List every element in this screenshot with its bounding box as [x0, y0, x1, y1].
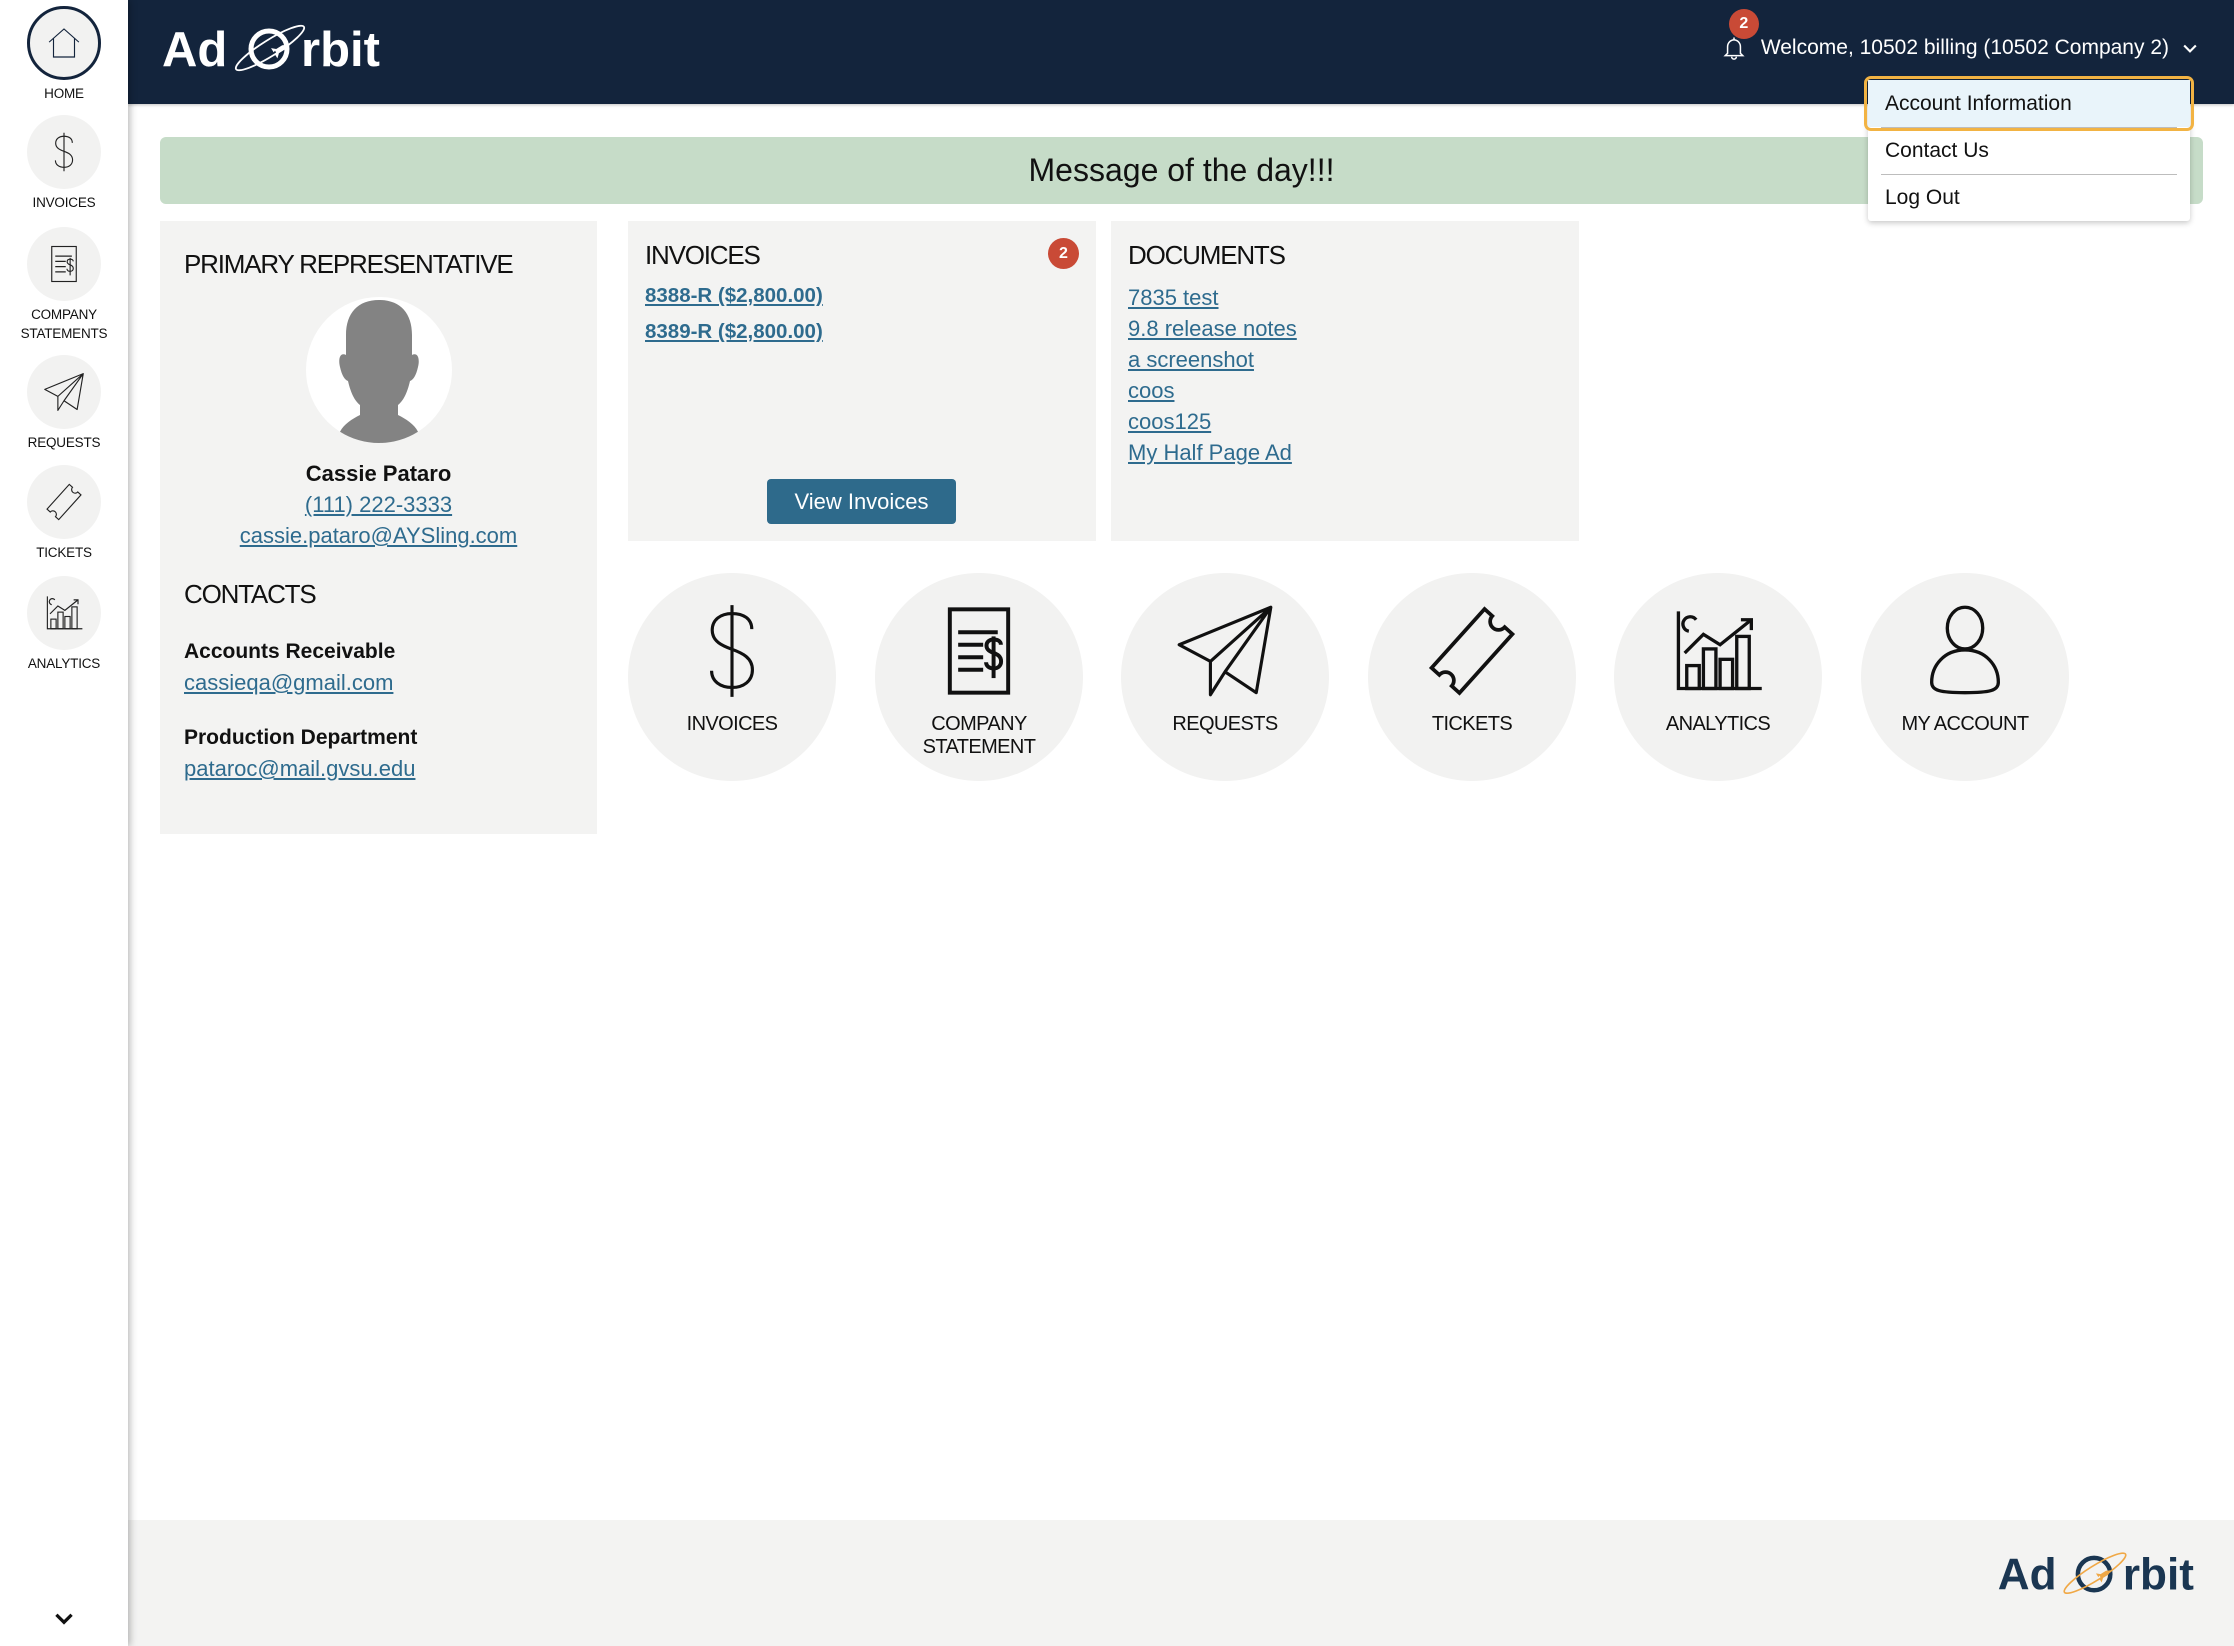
paper-plane-icon — [1175, 601, 1275, 701]
document-link[interactable]: coos125 — [1128, 406, 1211, 437]
sidebar-item-requests[interactable]: REQUESTS — [0, 355, 128, 452]
menu-item-log-out[interactable]: Log Out — [1868, 174, 2190, 221]
document-link[interactable]: a screenshot — [1128, 344, 1254, 375]
footer-adorbit-logo: Ad rbit — [1998, 1550, 2194, 1599]
menu-item-contact-us[interactable]: Contact Us — [1868, 127, 2190, 174]
sidebar-item-invoices[interactable]: INVOICES — [0, 115, 128, 212]
primary-representative-card: PRIMARY REPRESENTATIVE Cassie Pataro (11… — [160, 221, 597, 834]
quick-link-label: COMPANY STATEMENT — [922, 713, 1036, 758]
contact-item: Accounts Receivable cassieqa@gmail.com — [184, 636, 573, 698]
ticket-icon — [1422, 601, 1522, 701]
paper-plane-icon — [43, 371, 85, 413]
quick-link-label: INVOICES — [686, 713, 778, 735]
sidebar-item-company-statements[interactable]: COMPANY STATEMENTS — [0, 227, 128, 343]
invoice-link[interactable]: 8389-R ($2,800.00) — [645, 317, 823, 347]
sidebar-item-tickets[interactable]: TICKETS — [0, 465, 128, 562]
sidebar-item-label: ANALYTICS — [27, 656, 101, 671]
contacts-title: CONTACTS — [184, 579, 317, 609]
notification-count-badge: 2 — [1728, 9, 1759, 39]
contact-department: Production Department — [184, 726, 418, 749]
statement-icon — [929, 601, 1029, 701]
sidebar: HOME INVOICES COMPANY STATEMENTS REQUEST… — [0, 0, 128, 1646]
analytics-icon — [43, 592, 85, 634]
logo-text-right: rbit — [301, 23, 380, 77]
sidebar-icon-circle — [27, 115, 101, 189]
footer: Ad rbit — [128, 1520, 2234, 1646]
logo-text-left: Ad — [1998, 1550, 2057, 1599]
document-link[interactable]: 9.8 release notes — [1128, 313, 1297, 344]
sidebar-icon-circle — [27, 6, 101, 80]
document-link[interactable]: 7835 test — [1128, 282, 1219, 313]
welcome-user-menu-toggle[interactable]: Welcome, 10502 billing (10502 Company 2) — [1761, 34, 2169, 62]
quick-link-label: ANALYTICS — [1665, 713, 1771, 735]
sidebar-item-label: HOME — [44, 86, 84, 101]
quick-link-invoices[interactable]: INVOICES — [628, 573, 836, 781]
invoices-card: INVOICES 2 8388-R ($2,800.00) 8389-R ($2… — [628, 221, 1096, 541]
sidebar-icon-circle — [27, 227, 101, 301]
menu-item-account-information[interactable]: Account Information — [1864, 76, 2194, 131]
sidebar-item-label: COMPANY STATEMENTS — [20, 307, 108, 341]
contact-email-link[interactable]: pataroc@mail.gvsu.edu — [184, 756, 415, 781]
documents-card: DOCUMENTS 7835 test 9.8 release notes a … — [1111, 221, 1579, 541]
ticket-icon — [43, 481, 85, 523]
adorbit-logo[interactable]: Ad rbit — [160, 20, 390, 80]
home-icon — [43, 22, 85, 64]
notifications-button[interactable]: 2 — [1720, 9, 1759, 62]
representative-email-link[interactable]: cassie.pataro@AYSling.com — [240, 523, 518, 548]
person-silhouette-icon — [338, 300, 419, 443]
documents-title: DOCUMENTS — [1128, 240, 1286, 270]
quick-link-label: MY ACCOUNT — [1901, 713, 2030, 735]
contact-department: Accounts Receivable — [184, 640, 396, 663]
dollar-icon — [43, 131, 85, 173]
documents-list: 7835 test 9.8 release notes a screenshot… — [1128, 282, 1562, 468]
invoices-title: INVOICES — [645, 240, 761, 270]
quick-link-analytics[interactable]: ANALYTICS — [1614, 573, 1822, 781]
statement-icon — [43, 243, 85, 285]
sidebar-icon-circle — [27, 576, 101, 650]
document-link[interactable]: My Half Page Ad — [1128, 437, 1292, 468]
invoices-count-badge: 2 — [1048, 238, 1079, 269]
contact-item: Production Department pataroc@mail.gvsu.… — [184, 722, 573, 784]
quick-link-requests[interactable]: REQUESTS — [1121, 573, 1329, 781]
sidebar-item-home[interactable]: HOME — [0, 6, 128, 103]
quick-link-my-account[interactable]: MY ACCOUNT — [1861, 573, 2069, 781]
sidebar-icon-circle — [27, 355, 101, 429]
quick-link-company-statement[interactable]: COMPANY STATEMENT — [875, 573, 1083, 781]
representative-phone-link[interactable]: (111) 222-3333 — [305, 492, 452, 517]
user-dropdown-menu: Account Information Contact Us Log Out — [1864, 76, 2194, 221]
analytics-icon — [1668, 601, 1768, 701]
quick-link-tickets[interactable]: TICKETS — [1368, 573, 1576, 781]
logo-text-left: Ad — [162, 23, 227, 77]
chevron-down-icon[interactable] — [2180, 38, 2200, 58]
logo-text-right: rbit — [2123, 1550, 2194, 1599]
user-icon — [1915, 601, 2015, 701]
sidebar-item-label: INVOICES — [32, 195, 96, 210]
representative-name: Cassie Pataro — [305, 461, 452, 486]
dollar-icon — [682, 601, 782, 701]
document-link[interactable]: coos — [1128, 375, 1174, 406]
sidebar-icon-circle — [27, 465, 101, 539]
banner-message: Message of the day!!! — [1028, 152, 1335, 188]
view-invoices-button[interactable]: View Invoices — [767, 479, 956, 524]
quick-link-label: TICKETS — [1431, 713, 1513, 735]
sidebar-item-analytics[interactable]: ANALYTICS — [0, 576, 128, 673]
contact-email-link[interactable]: cassieqa@gmail.com — [184, 670, 393, 695]
app-root: HOME INVOICES COMPANY STATEMENTS REQUEST… — [0, 0, 2234, 1646]
primary-representative-title: PRIMARY REPRESENTATIVE — [184, 249, 514, 279]
sidebar-item-label: REQUESTS — [27, 435, 101, 450]
chevron-down-icon[interactable] — [51, 1605, 77, 1631]
avatar — [305, 297, 452, 443]
invoice-link[interactable]: 8388-R ($2,800.00) — [645, 281, 823, 311]
sidebar-item-label: TICKETS — [36, 545, 92, 560]
quick-link-label: REQUESTS — [1172, 713, 1278, 735]
